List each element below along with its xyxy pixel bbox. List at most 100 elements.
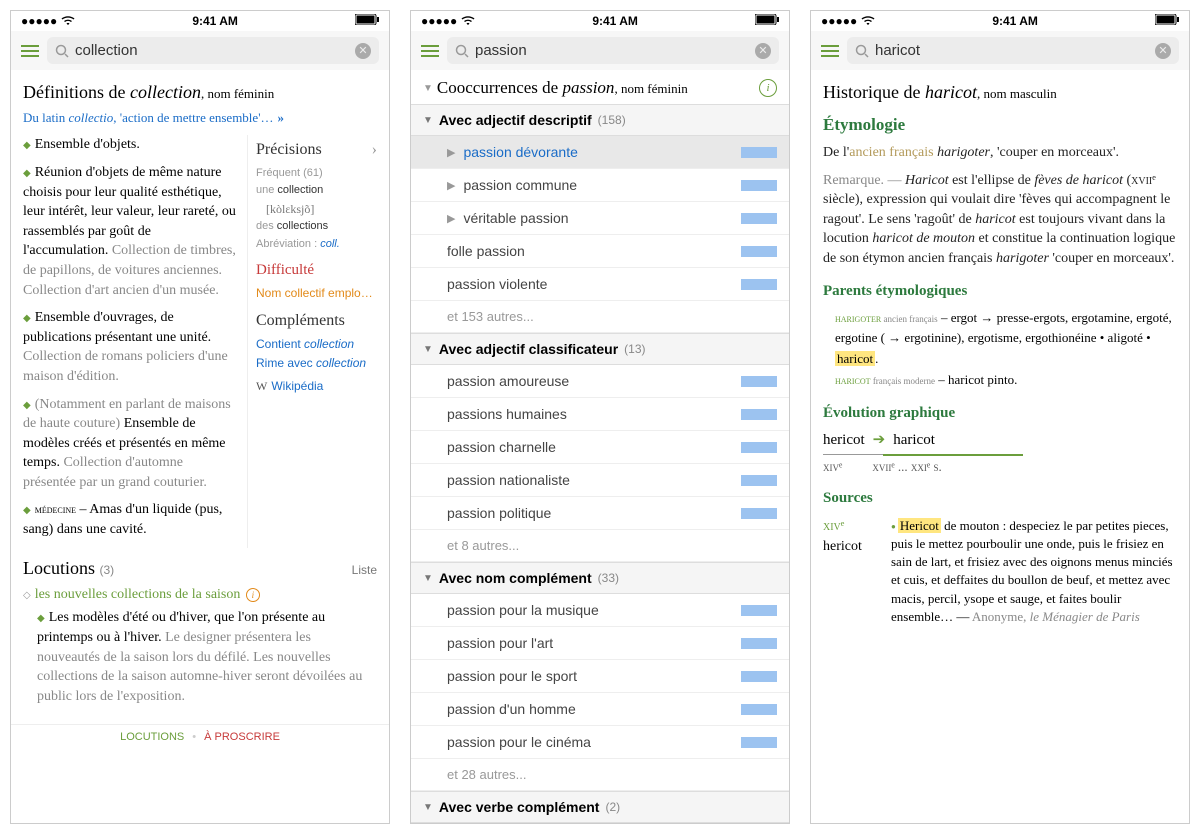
cooccurrence-item[interactable]: passion politique [411, 497, 789, 530]
cooccurrence-item[interactable]: passion amoureuse [411, 365, 789, 398]
rhyme-link[interactable]: Rime avec collection [256, 355, 377, 372]
section-head[interactable]: ▼Avec verbe complément (2) [411, 791, 789, 823]
cooccurrence-item[interactable]: passion d'un homme [411, 693, 789, 726]
statusbar: ●●●●● 9:41 AM [811, 11, 1189, 31]
section-head[interactable]: ▼Avec nom complément (33) [411, 562, 789, 594]
menu-icon[interactable] [821, 45, 839, 57]
menu-icon[interactable] [421, 45, 439, 57]
chevron-right-icon: » [278, 110, 285, 125]
cooccurrence-item[interactable]: passion pour l'art [411, 627, 789, 660]
more-link[interactable]: et 8 autres... [411, 530, 789, 562]
etymology-text: De l'ancien français harigoter, 'couper … [823, 143, 1177, 163]
phone-screen-2: ●●●●● 9:41 AM passion ✕ ▼ Cooccurrences … [410, 10, 790, 824]
frequency-bar [741, 180, 777, 191]
cooccurrence-item[interactable]: ▶passion commune [411, 169, 789, 202]
statusbar: ●●●●● 9:41 AM [11, 11, 389, 31]
triangle-right-icon: ▶ [447, 146, 455, 159]
etymology-link[interactable]: Du latin collectio, 'action de mettre en… [23, 109, 377, 127]
cooccurrence-item[interactable]: passion charnelle [411, 431, 789, 464]
difficulte-head[interactable]: Difficulté [256, 260, 377, 281]
precisions-head[interactable]: Précisions› [256, 139, 377, 161]
contains-link[interactable]: Contient collection [256, 336, 377, 353]
signal-icon: ●●●●● [21, 14, 57, 28]
battery-icon [1155, 14, 1179, 25]
search-icon [55, 44, 69, 58]
info-icon[interactable]: i [759, 79, 777, 97]
phonetic: [kòlɛksjõ] [266, 201, 377, 218]
frequency-bar [741, 671, 777, 682]
complements-head: Compléments [256, 310, 377, 332]
battery-icon [755, 14, 779, 25]
cooccurrence-item[interactable]: passion nationaliste [411, 464, 789, 497]
clock: 9:41 AM [992, 14, 1038, 28]
search-field[interactable]: haricot ✕ [847, 37, 1179, 64]
section-head[interactable]: ▼Avec adjectif descriptif (158) [411, 104, 789, 136]
page-title: Définitions de collection, nom féminin [23, 80, 377, 105]
locution-def: Les modèles d'été ou d'hiver, que l'on p… [37, 608, 377, 706]
frequency-bar [741, 508, 777, 519]
triangle-down-icon: ▼ [423, 802, 433, 813]
locutions-tab[interactable]: LOCUTIONS [120, 731, 184, 743]
triangle-right-icon: ▶ [447, 179, 455, 192]
frequency-bar [741, 213, 777, 224]
battery-icon [355, 14, 379, 25]
remark-text: Remarque. — Haricot est l'ellipse de fèv… [823, 171, 1177, 269]
more-link[interactable]: et 153 autres... [411, 301, 789, 333]
cooccurrence-item[interactable]: ▶véritable passion [411, 202, 789, 235]
frequency-bar [741, 279, 777, 290]
cooccurrences-list: ▼Avec adjectif descriptif (158)▶passion … [411, 104, 789, 823]
frequency-bar [741, 409, 777, 420]
search-text: collection [75, 42, 349, 59]
search-icon [855, 44, 869, 58]
page-title: Historique de haricot, nom masculin [823, 80, 1177, 105]
frequency: Fréquent (61) [256, 166, 377, 181]
clear-icon[interactable]: ✕ [1155, 43, 1171, 59]
definition-item: Réunion d'objets de même nature choisis … [23, 163, 239, 300]
bottom-bar: LOCUTIONS • À PROSCRIRE [11, 724, 389, 749]
search-icon [455, 44, 469, 58]
cooccurrence-item[interactable]: ▶passion dévorante [411, 136, 789, 169]
locutions-head: Locutions (3) Liste [23, 556, 377, 581]
frequency-bar [741, 475, 777, 486]
proscrire-tab[interactable]: À PROSCRIRE [204, 731, 280, 743]
definition-item: médecine – Amas d'un liquide (pus, sang)… [23, 500, 239, 539]
frequency-bar [741, 442, 777, 453]
wifi-icon [861, 16, 875, 26]
search-field[interactable]: passion ✕ [447, 37, 779, 64]
triangle-down-icon: ▼ [423, 573, 433, 584]
content: Définitions de collection, nom féminin D… [11, 70, 389, 724]
wifi-icon [61, 16, 75, 26]
search-text: passion [475, 42, 749, 59]
cooccurrence-item[interactable]: passion pour la musique [411, 594, 789, 627]
wifi-icon [461, 16, 475, 26]
phone-screen-3: ●●●●● 9:41 AM haricot ✕ Historique de ha… [810, 10, 1190, 824]
locution-item[interactable]: les nouvelles collections de la saison i [23, 585, 377, 605]
difficulte-link[interactable]: Nom collectif emplo… [256, 285, 377, 302]
info-icon[interactable]: i [246, 588, 260, 602]
frequency-bar [741, 605, 777, 616]
cooccurrence-item[interactable]: folle passion [411, 235, 789, 268]
cooccurrence-item[interactable]: passion violente [411, 268, 789, 301]
frequency-bar [741, 376, 777, 387]
more-link[interactable]: et 28 autres... [411, 759, 789, 791]
wikipedia-link[interactable]: WWikipédia [256, 378, 377, 395]
source-item: xivᵉ hericot Hericot de mouton : despeci… [823, 517, 1177, 626]
cooccurrence-item[interactable]: passion pour le cinéma [411, 726, 789, 759]
arrow-right-icon: ➔ [873, 430, 886, 451]
content: Historique de haricot, nom masculin Étym… [811, 70, 1189, 636]
triangle-right-icon: ▶ [447, 212, 455, 225]
sidebar-column: Précisions› Fréquent (61) une collection… [247, 135, 377, 547]
cooccurrence-item[interactable]: passion pour le sport [411, 660, 789, 693]
section-head[interactable]: ▼Avec adjectif classificateur (13) [411, 333, 789, 365]
menu-icon[interactable] [21, 45, 39, 57]
searchbar: collection ✕ [11, 31, 389, 70]
statusbar: ●●●●● 9:41 AM [411, 11, 789, 31]
clear-icon[interactable]: ✕ [355, 43, 371, 59]
search-field[interactable]: collection ✕ [47, 37, 379, 64]
phone-screen-1: ●●●●● 9:41 AM collection ✕ Définitions d… [10, 10, 390, 824]
cooccurrence-item[interactable]: passions humaines [411, 398, 789, 431]
liste-link[interactable]: Liste [352, 562, 377, 579]
evolution-head: Évolution graphique [823, 403, 1177, 424]
definitions-column: Ensemble d'objets. Réunion d'objets de m… [23, 135, 239, 547]
clear-icon[interactable]: ✕ [755, 43, 771, 59]
